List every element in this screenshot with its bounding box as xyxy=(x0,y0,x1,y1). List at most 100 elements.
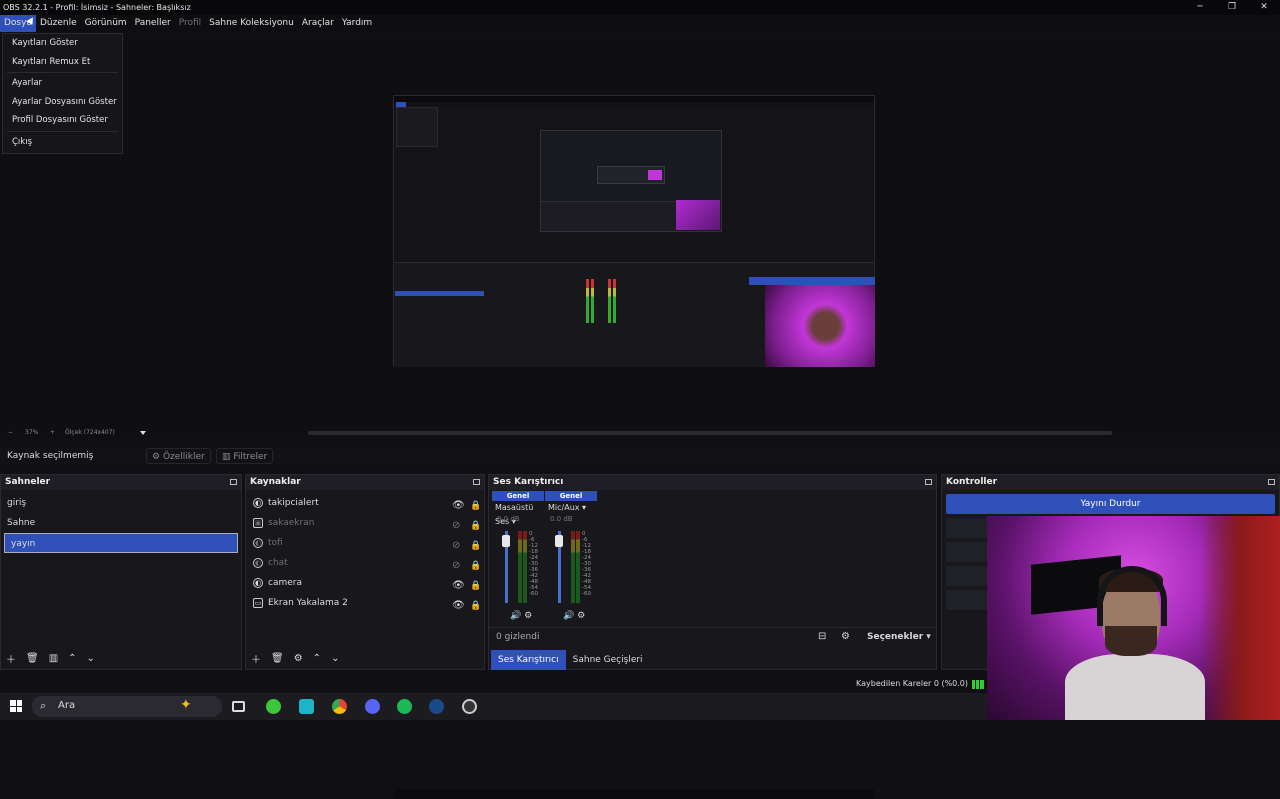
channel-db: 0.0 dB xyxy=(550,515,573,523)
app-icon[interactable] xyxy=(299,699,314,714)
source-item[interactable]: ◐ takipcialert 👁 🔒 xyxy=(246,493,484,513)
scene-item-sahne[interactable]: Sahne xyxy=(1,513,241,533)
channel-group: Genel xyxy=(545,491,597,501)
menu-item-show-profile-folder[interactable]: Profil Dosyasını Göster xyxy=(3,111,122,130)
channel-settings-icon[interactable]: ⚙ xyxy=(524,611,532,621)
menu-edit[interactable]: Düzenle xyxy=(36,15,81,32)
spotify-icon[interactable] xyxy=(397,699,412,714)
menu-item-remux-recordings[interactable]: Kayıtları Remux Et xyxy=(3,53,122,72)
lock-icon[interactable]: 🔒 xyxy=(470,596,481,616)
display-capture-icon: ▭ xyxy=(253,598,263,608)
mixer-channel-mic: Genel Mic/Aux ▾ 0.0 dB 0 -6 -12 -18 -24 -30 -3… xyxy=(545,491,597,623)
menu-divider xyxy=(7,130,118,132)
source-name: sakaekran xyxy=(268,518,315,528)
webcam-person-beard xyxy=(1105,626,1157,656)
chrome-icon[interactable] xyxy=(332,699,347,714)
browser-source-icon: ◐ xyxy=(253,578,263,588)
eye-icon[interactable]: 👁 xyxy=(452,596,465,616)
move-up-icon[interactable]: ⌃ xyxy=(313,653,321,664)
nested-dropdown xyxy=(396,107,438,147)
menu-scene-collection[interactable]: Sahne Koleksiyonu xyxy=(205,15,298,32)
sources-dock: Kaynaklar ◐ takipcialert 👁 🔒 ▣ sakaekran ⊘ 🔒 ◐… xyxy=(245,474,485,670)
webcam-background xyxy=(1200,516,1280,720)
close-button[interactable]: ✕ xyxy=(1248,0,1280,15)
source-properties-icon[interactable]: ⚙ xyxy=(294,653,303,664)
add-scene-icon[interactable]: ＋ xyxy=(6,651,16,666)
windows-start-icon[interactable] xyxy=(10,700,22,712)
restore-button[interactable]: ❐ xyxy=(1216,0,1248,15)
nested-webcam xyxy=(765,285,875,367)
scale-dropdown-icon[interactable] xyxy=(140,431,146,435)
zoom-toolbar: − 37% + Ölçek (724x407) xyxy=(0,428,1280,438)
channel-name[interactable]: Mic/Aux ▾ xyxy=(545,501,597,515)
properties-button[interactable]: ⚙ Özellikler xyxy=(146,448,211,464)
speaker-icon[interactable]: 🔊 xyxy=(563,611,574,621)
webcam-person-shirt xyxy=(1065,654,1205,720)
volume-meter xyxy=(523,531,527,603)
xbox-app-icon[interactable] xyxy=(266,699,281,714)
float-icon[interactable] xyxy=(230,479,237,485)
scene-item-yayin[interactable]: yayın xyxy=(4,533,238,553)
menu-help[interactable]: Yardım xyxy=(338,15,376,32)
move-up-icon[interactable]: ⌃ xyxy=(68,653,76,664)
remove-scene-icon[interactable]: 🗑 xyxy=(26,653,39,664)
menu-profile[interactable]: Profil xyxy=(175,15,205,32)
channel-name-label: Mic/Aux xyxy=(548,503,580,512)
source-item[interactable]: ▣ sakaekran ⊘ 🔒 xyxy=(246,513,484,533)
speaker-icon[interactable]: 🔊 xyxy=(510,611,521,621)
connection-signal-icon xyxy=(972,680,984,689)
menu-docks[interactable]: Paneller xyxy=(131,15,175,32)
source-item[interactable]: ◐ tofi ⊘ 🔒 xyxy=(246,533,484,553)
scene-filters-icon[interactable]: ▥ xyxy=(49,653,58,664)
nested-mini-preview xyxy=(597,166,665,184)
advanced-audio-icon[interactable]: ⚙ xyxy=(841,631,850,642)
source-item[interactable]: ◐ chat ⊘ 🔒 xyxy=(246,553,484,573)
filters-button[interactable]: ▥ Filtreler xyxy=(216,448,274,464)
float-icon[interactable] xyxy=(473,479,480,485)
channel-name[interactable]: Masaüstü Ses ▾ xyxy=(492,501,544,526)
remove-source-icon[interactable]: 🗑 xyxy=(271,653,284,664)
add-source-icon[interactable]: ＋ xyxy=(251,651,261,666)
sources-toolbar: ＋ 🗑 ⚙ ⌃ ⌄ xyxy=(246,647,484,669)
menu-item-show-settings-folder[interactable]: Ayarlar Dosyasını Göster xyxy=(3,93,122,112)
vertical-layout-icon[interactable]: ⊟ xyxy=(818,631,826,642)
volume-meter xyxy=(571,531,575,603)
scene-item-giris[interactable]: giriş xyxy=(1,493,241,513)
menu-item-settings[interactable]: Ayarlar xyxy=(3,74,122,93)
menu-item-show-recordings[interactable]: Kayıtları Göster xyxy=(3,34,122,53)
horizontal-scrollbar[interactable] xyxy=(308,431,1112,435)
preview-canvas[interactable] xyxy=(393,95,875,799)
file-menu-dropdown: Kayıtları Göster Kayıtları Remux Et Ayar… xyxy=(2,33,123,154)
tab-scene-transitions[interactable]: Sahne Geçişleri xyxy=(566,650,650,670)
task-view-icon[interactable] xyxy=(232,701,245,712)
volume-fader-handle[interactable] xyxy=(502,535,510,547)
minimize-button[interactable]: ─ xyxy=(1184,0,1216,15)
move-down-icon[interactable]: ⌄ xyxy=(87,653,95,664)
search-placeholder: Ara xyxy=(58,700,76,711)
discord-icon[interactable] xyxy=(365,699,380,714)
float-icon[interactable] xyxy=(1268,479,1275,485)
obs-icon[interactable] xyxy=(462,699,477,714)
menu-view[interactable]: Görünüm xyxy=(81,15,131,32)
source-item[interactable]: ◐ camera 👁 🔒 xyxy=(246,573,484,593)
stop-streaming-button[interactable]: Yayını Durdur xyxy=(946,494,1275,514)
taskbar-search[interactable]: ⌕ Ara ✦ xyxy=(32,696,222,717)
menu-item-exit[interactable]: Çıkış xyxy=(3,133,122,152)
no-source-label: Kaynak seçilmemiş xyxy=(7,451,94,461)
hidden-count: 0 gizlendi xyxy=(496,632,540,642)
zoom-in-button[interactable]: + xyxy=(50,428,55,438)
options-button[interactable]: Seçenekler ▾ xyxy=(867,632,931,642)
properties-label: Özellikler xyxy=(162,452,205,462)
volume-fader-handle[interactable] xyxy=(555,535,563,547)
menu-tools[interactable]: Araçlar xyxy=(298,15,338,32)
float-icon[interactable] xyxy=(925,479,932,485)
source-item[interactable]: ▭ Ekran Yakalama 2 👁 🔒 xyxy=(246,593,484,613)
filters-label: Filtreler xyxy=(233,452,268,462)
channel-settings-icon[interactable]: ⚙ xyxy=(577,611,585,621)
channel-controls: 🔊 ⚙ xyxy=(563,611,585,621)
steam-icon[interactable] xyxy=(429,699,444,714)
move-down-icon[interactable]: ⌄ xyxy=(331,653,339,664)
zoom-out-button[interactable]: − xyxy=(8,428,13,438)
tab-audio-mixer[interactable]: Ses Karıştırıcı xyxy=(491,650,566,670)
nested-inner-docks xyxy=(541,201,678,231)
